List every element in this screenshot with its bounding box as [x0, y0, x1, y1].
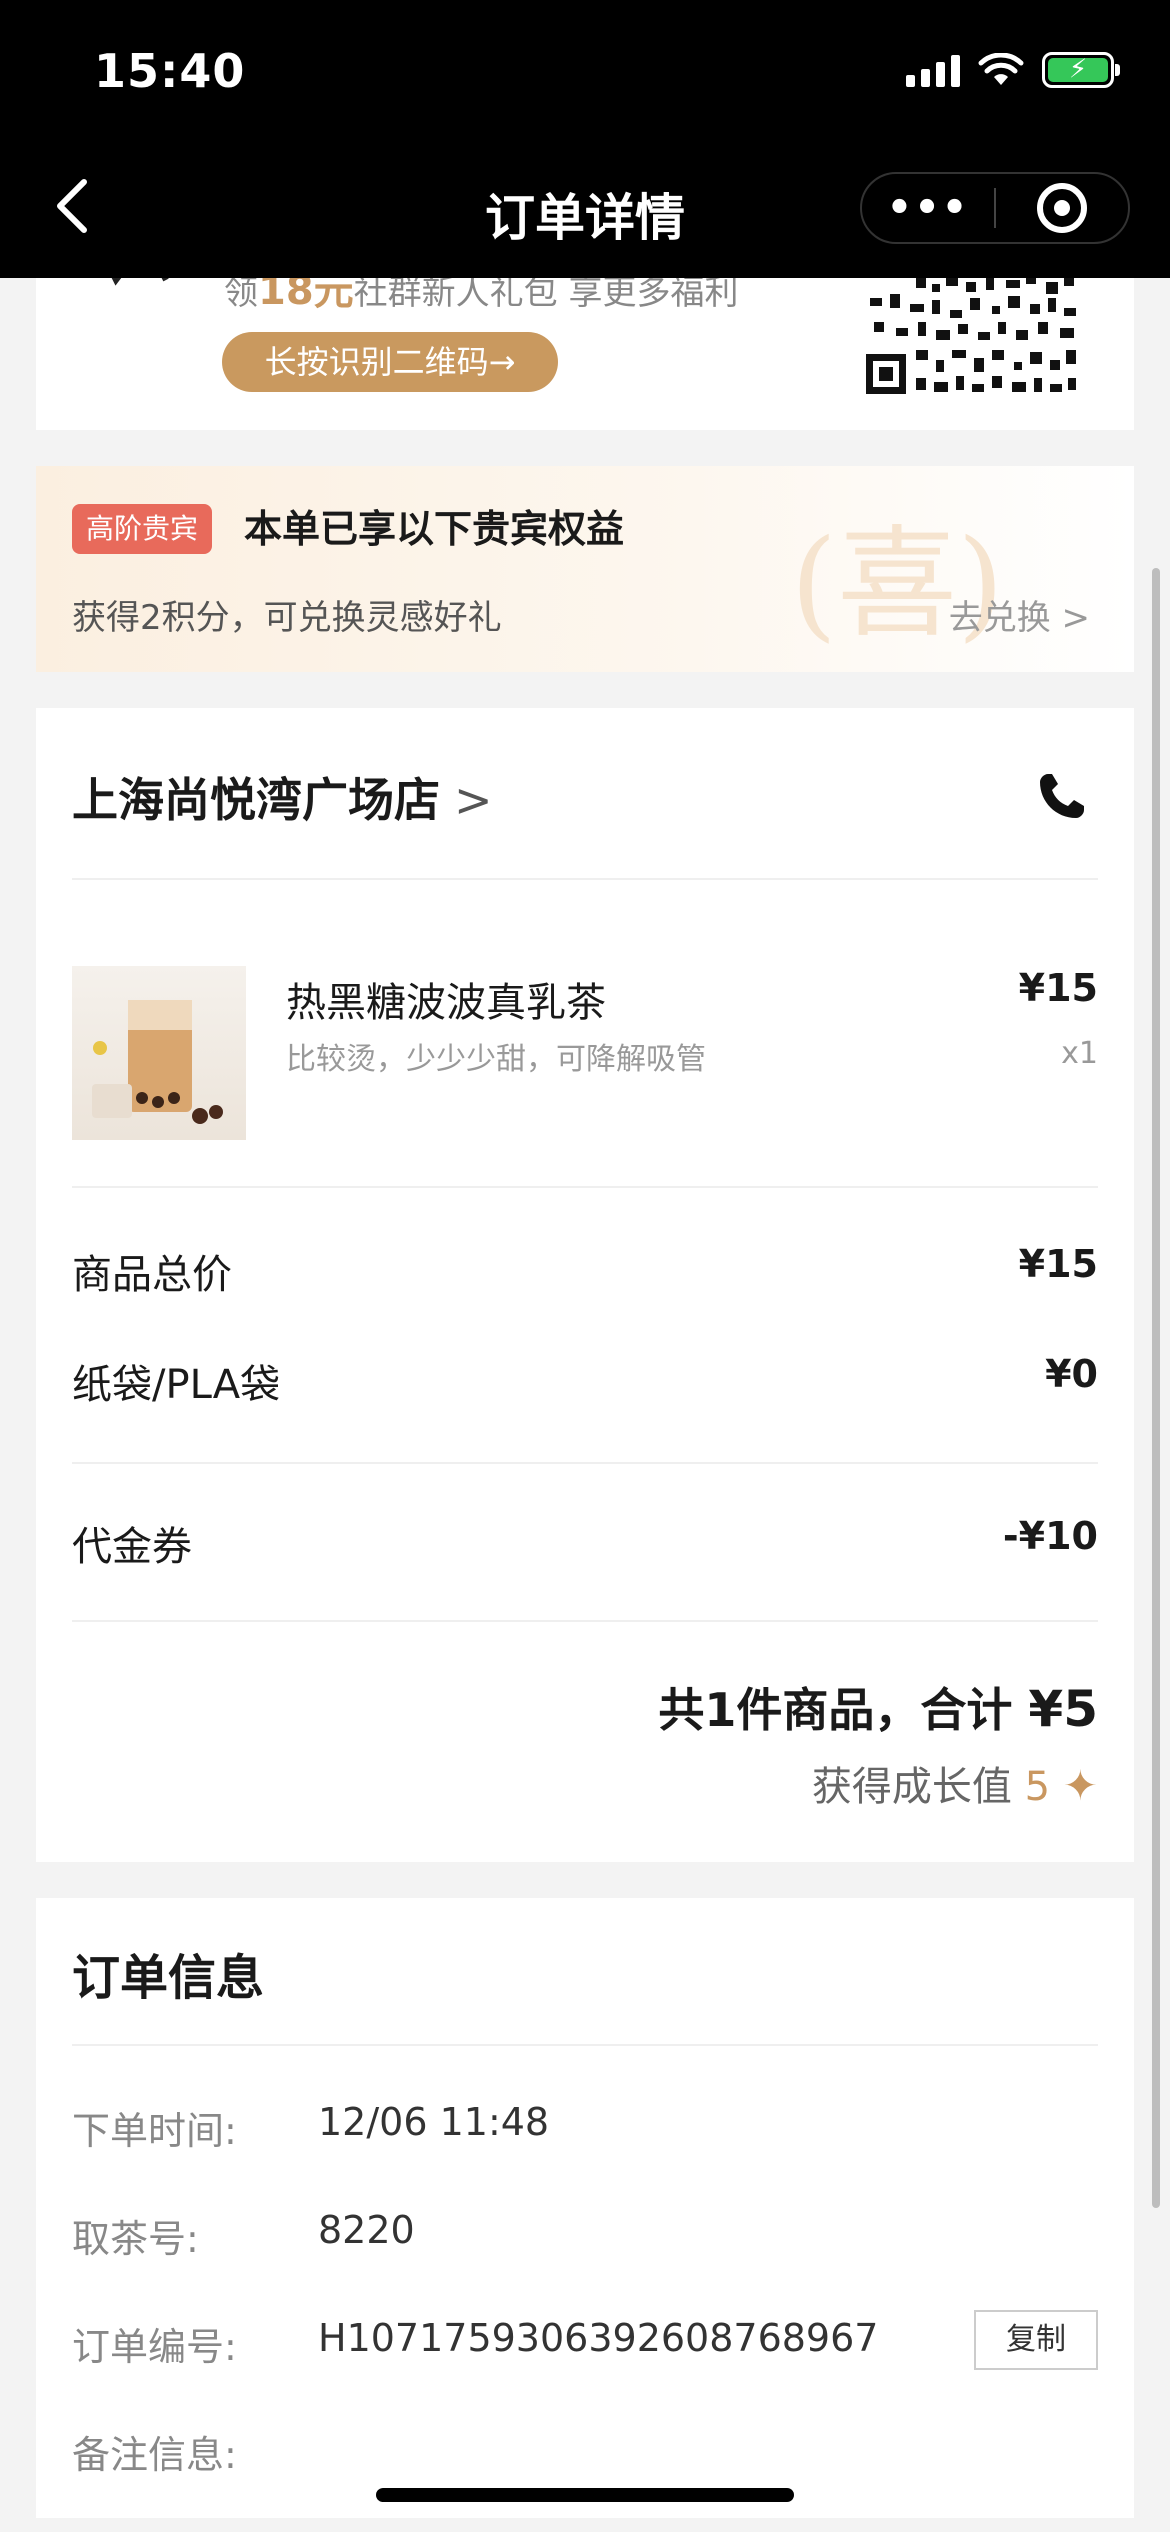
copy-button[interactable]: 复制: [974, 2310, 1098, 2370]
growth-points: 获得成长值 5 ✦: [812, 1754, 1098, 1812]
total-prefix: 共1件商品，合计: [658, 1683, 1029, 1737]
total-amount: ¥5: [1028, 1680, 1098, 1738]
subtotal-label: 商品总价: [72, 1252, 232, 1298]
divider: [72, 1186, 1098, 1188]
phone-icon[interactable]: [1034, 768, 1090, 824]
cellular-signal-icon: [906, 53, 960, 87]
status-icons: ⚡: [906, 52, 1120, 88]
remarks-label: 备注信息:: [72, 2433, 237, 2477]
redeem-link[interactable]: 去兑换 >: [949, 590, 1090, 639]
subtotal-value: ¥15: [1018, 1242, 1098, 1286]
store-name: 上海尚悦湾广场店: [72, 773, 440, 827]
growth-value: 5: [1024, 1764, 1051, 1810]
product-price: ¥15: [1018, 966, 1098, 1010]
vip-benefits-card: (喜) 高阶贵宾 本单已享以下贵宾权益 获得2积分，可兑换灵感好礼 去兑换 >: [36, 466, 1134, 672]
status-time: 15:40: [94, 44, 246, 98]
scan-qr-button[interactable]: 长按识别二维码→: [222, 332, 558, 392]
growth-label: 获得成长值: [811, 1764, 1025, 1810]
order-number-label: 订单编号:: [72, 2325, 237, 2369]
home-indicator[interactable]: [376, 2488, 794, 2502]
order-info-card: 订单信息 下单时间: 12/06 11:48 取茶号: 8220 订单编号: H…: [36, 1898, 1134, 2518]
bag-fee-label: 纸袋/PLA袋: [72, 1362, 281, 1408]
sparkle-icon: ✦: [1062, 1761, 1098, 1810]
battery-charging-icon: ⚡: [1042, 52, 1120, 88]
order-summary-card: 上海尚悦湾广场店 > 热黑糖波波真乳茶 比较烫，少少少甜，可降解吸管 ¥15 x1…: [36, 708, 1134, 1862]
voucher-label: 代金券: [72, 1524, 192, 1570]
order-time-value: 12/06 11:48: [318, 2100, 550, 2144]
divider: [72, 2044, 1098, 2046]
voucher-value: -¥10: [1002, 1514, 1098, 1558]
pickup-number-value: 8220: [318, 2208, 415, 2252]
qr-code[interactable]: [866, 274, 1078, 398]
vip-points-text: 获得2积分，可兑换灵感好礼: [72, 598, 502, 638]
product-options: 比较烫，少少少甜，可降解吸管: [286, 1042, 706, 1077]
pickup-number-label: 取茶号:: [72, 2217, 199, 2261]
vip-level-badge: 高阶贵宾: [72, 504, 213, 554]
mini-program-capsule: •••: [860, 172, 1130, 244]
divider: [72, 878, 1098, 880]
chevron-right-icon: >: [454, 773, 493, 827]
order-time-label: 下单时间:: [72, 2109, 237, 2153]
target-circle-icon: [1037, 183, 1087, 233]
divider: [72, 1462, 1098, 1464]
top-bar: 15:40 ⚡ 订单详情 •••: [0, 0, 1170, 278]
close-mini-program-button[interactable]: [996, 183, 1128, 233]
order-info-title: 订单信息: [72, 1950, 265, 2006]
product-quantity: x1: [1061, 1036, 1098, 1071]
product-name: 热黑糖波波真乳茶: [286, 980, 606, 1026]
divider: [72, 1620, 1098, 1622]
scrollbar[interactable]: [1152, 568, 1160, 2208]
vip-title: 本单已享以下贵宾权益: [244, 507, 625, 551]
order-number-value: H1071759306392608768967: [318, 2316, 879, 2360]
bag-fee-value: ¥0: [1045, 1352, 1098, 1396]
order-total: 共1件商品，合计 ¥5: [658, 1674, 1098, 1740]
product-image: [72, 966, 246, 1140]
store-name-link[interactable]: 上海尚悦湾广场店 >: [72, 764, 493, 830]
more-menu-button[interactable]: •••: [862, 185, 994, 231]
wifi-icon: [978, 53, 1024, 85]
